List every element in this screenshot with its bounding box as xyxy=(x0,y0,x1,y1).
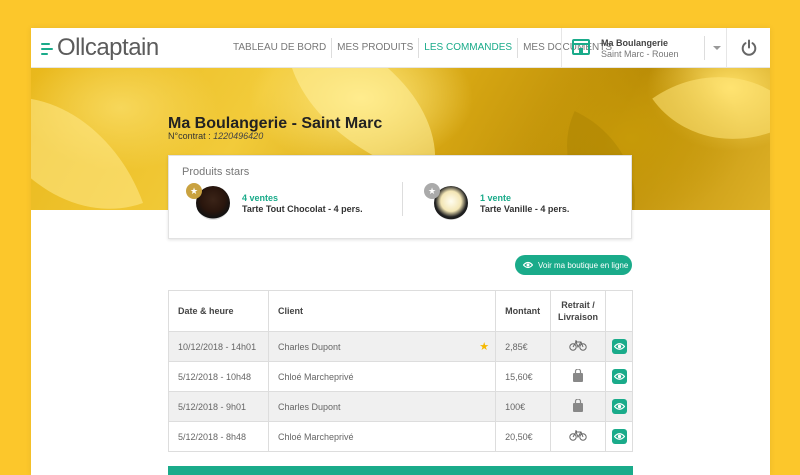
shop-selector[interactable]: Ma Boulangerie Saint Marc - Rouen xyxy=(561,28,726,68)
leaf-decoration xyxy=(652,68,770,181)
star-products-title: Produits stars xyxy=(182,166,250,178)
eye-icon xyxy=(613,373,625,380)
column-pickup[interactable]: Retrait / Livraison xyxy=(550,290,607,332)
bike-icon xyxy=(569,340,587,351)
contract-number: N°contrat : 1220496420 xyxy=(168,131,264,141)
view-order-cell xyxy=(605,361,633,392)
order-date: 5/12/2018 - 10h48 xyxy=(168,361,269,392)
view-shop-label: Voir ma boutique en ligne xyxy=(538,260,629,270)
nav-mes-produits[interactable]: MES PRODUITS xyxy=(331,38,418,58)
order-date: 5/12/2018 - 9h01 xyxy=(168,391,269,422)
column-amount[interactable]: Montant xyxy=(495,290,552,332)
order-amount: 20,50€ xyxy=(495,421,552,452)
view-order-button[interactable] xyxy=(611,339,627,354)
order-client: Chloé Marcheprivé xyxy=(267,421,497,452)
order-date: 10/12/2018 - 14h01 xyxy=(168,331,269,362)
star-icon: ★ xyxy=(479,341,490,353)
view-order-cell xyxy=(605,421,633,452)
column-date[interactable]: Date & heure xyxy=(168,290,269,332)
bike-icon xyxy=(569,430,587,441)
brand-logo[interactable]: Ollcaptain xyxy=(41,34,159,62)
eye-icon xyxy=(613,433,625,440)
bag-icon xyxy=(573,398,584,412)
top-header: Ollcaptain TABLEAU DE BORD MES PRODUITS … xyxy=(31,28,770,68)
nav-les-commandes[interactable]: LES COMMANDES xyxy=(418,38,517,58)
divider xyxy=(402,182,403,216)
star-icon: ★ xyxy=(424,183,440,199)
star-products-card: Produits stars ★ 4 ventes Tarte Tout Cho… xyxy=(168,155,632,239)
order-client: Charles Dupont xyxy=(267,391,497,422)
star-product-1[interactable]: ★ 4 ventes Tarte Tout Chocolat - 4 pers. xyxy=(186,183,386,222)
view-order-button[interactable] xyxy=(611,429,627,444)
column-client[interactable]: Client xyxy=(267,290,497,332)
store-icon xyxy=(572,39,590,55)
eye-icon xyxy=(613,403,625,410)
order-date: 5/12/2018 - 8h48 xyxy=(168,421,269,452)
product-sales: 4 ventes xyxy=(242,193,279,203)
product-name: Tarte Tout Chocolat - 4 pers. xyxy=(242,204,363,214)
order-client: Charles Dupont ★ xyxy=(267,331,497,362)
shop-name: Ma Boulangerie xyxy=(601,38,669,48)
bag-icon xyxy=(573,368,584,382)
nav-tableau-de-bord[interactable]: TABLEAU DE BORD xyxy=(228,38,331,58)
table-row[interactable]: 5/12/2018 - 9h01 Charles Dupont 100€ xyxy=(168,391,633,422)
eye-icon xyxy=(523,261,533,269)
chevron-down-icon[interactable] xyxy=(704,36,726,60)
order-mode xyxy=(550,331,607,362)
star-product-2[interactable]: ★ 1 vente Tarte Vanille - 4 pers. xyxy=(424,183,624,222)
logo-text: Ollcaptain xyxy=(57,34,159,61)
logout-button[interactable] xyxy=(726,28,770,68)
view-order-button[interactable] xyxy=(611,369,627,384)
leaf-decoration xyxy=(31,68,144,210)
order-amount: 100€ xyxy=(495,391,552,422)
column-actions xyxy=(605,290,633,332)
table-row[interactable]: 5/12/2018 - 8h48 Chloé Marcheprivé 20,50… xyxy=(168,421,633,452)
order-mode xyxy=(550,391,607,422)
logo-lines-icon xyxy=(41,40,55,56)
bottom-action-bar[interactable] xyxy=(168,466,633,475)
shop-city: Saint Marc - Rouen xyxy=(601,49,679,59)
table-header-row: Date & heure Client Montant Retrait / Li… xyxy=(168,290,633,332)
order-amount: 2,85€ xyxy=(495,331,552,362)
order-mode xyxy=(550,361,607,392)
app-window: Ollcaptain TABLEAU DE BORD MES PRODUITS … xyxy=(31,28,770,475)
order-amount: 15,60€ xyxy=(495,361,552,392)
view-order-button[interactable] xyxy=(611,399,627,414)
table-row[interactable]: 5/12/2018 - 10h48 Chloé Marcheprivé 15,6… xyxy=(168,361,633,392)
product-name: Tarte Vanille - 4 pers. xyxy=(480,204,570,214)
main-nav: TABLEAU DE BORD MES PRODUITS LES COMMAND… xyxy=(228,28,617,68)
order-mode xyxy=(550,421,607,452)
star-icon: ★ xyxy=(186,183,202,199)
eye-icon xyxy=(613,343,625,350)
power-icon xyxy=(741,39,757,56)
view-shop-button[interactable]: Voir ma boutique en ligne xyxy=(515,255,632,275)
table-row[interactable]: 10/12/2018 - 14h01 Charles Dupont ★ 2,85… xyxy=(168,331,633,362)
orders-table: Date & heure Client Montant Retrait / Li… xyxy=(168,290,633,452)
view-order-cell xyxy=(605,331,633,362)
product-sales: 1 vente xyxy=(480,193,512,203)
view-order-cell xyxy=(605,391,633,422)
order-client: Chloé Marcheprivé xyxy=(267,361,497,392)
